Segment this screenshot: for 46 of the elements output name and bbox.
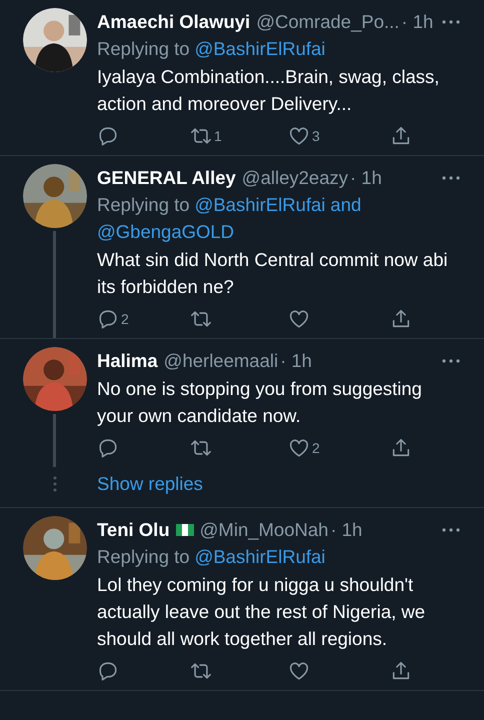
replying-label: Replying to <box>97 37 190 61</box>
author-handle[interactable]: @herleemaali <box>164 347 278 374</box>
reply-icon[interactable] <box>97 660 119 682</box>
replying-label: Replying to <box>97 193 190 217</box>
action-count: 1 <box>214 126 222 146</box>
replying-label: Replying to <box>97 545 190 569</box>
more-icon[interactable] <box>442 176 460 180</box>
tweet-text: No one is stopping you from suggesting your own candidate now. <box>97 377 423 428</box>
heart-icon[interactable] <box>288 125 310 147</box>
share-icon[interactable] <box>390 125 412 147</box>
tweet-time: · 1h <box>401 10 434 34</box>
share-icon[interactable] <box>390 308 412 330</box>
more-icon[interactable] <box>442 20 460 24</box>
reply-icon[interactable] <box>97 308 119 330</box>
author-handle[interactable]: @Min_MooNah <box>200 516 328 543</box>
author-name[interactable]: GENERAL Alley <box>97 164 236 191</box>
tweet-text: What sin did North Central commit now abi its forbidden ne? <box>97 248 449 299</box>
author-handle[interactable]: @alley2eazy <box>242 164 348 191</box>
share-icon[interactable] <box>390 660 412 682</box>
mention-link[interactable]: @GbengaGOLD <box>97 218 234 245</box>
heart-icon[interactable] <box>288 308 310 330</box>
author-name[interactable]: Teni Olu <box>97 516 170 543</box>
reply-icon[interactable] <box>97 125 119 147</box>
reply-icon[interactable] <box>97 437 119 459</box>
tweet-time: · 1h <box>330 518 362 542</box>
mention-link[interactable]: @BashirElRufai <box>194 35 326 62</box>
tweet-time: · 1h <box>280 349 312 373</box>
author-handle[interactable]: @Comrade_Po... <box>256 8 400 35</box>
action-count: 2 <box>121 310 129 328</box>
tweet-text: Iyalaya Combination....Brain, swag, class, action and moreover Delivery... <box>97 65 440 116</box>
show-replies-link[interactable]: Show replies <box>97 473 203 495</box>
mention-link[interactable]: @BashirElRufai <box>194 191 326 218</box>
mention-link[interactable]: @BashirElRufai <box>194 543 326 570</box>
tweet-time: · 1h <box>350 166 382 190</box>
heart-icon[interactable] <box>288 660 310 682</box>
mention-joiner: and <box>330 193 362 217</box>
author-name[interactable]: Amaechi Olawuyi <box>97 8 250 35</box>
action-count: 2 <box>312 438 320 458</box>
tweet-text: Lol they coming for u nigga u shouldn't actually leave out the rest of Nigeria, we should all work together all regions. <box>97 573 426 651</box>
vertical-dots-icon <box>53 476 57 492</box>
more-icon[interactable] <box>442 358 460 362</box>
share-icon[interactable] <box>390 437 412 459</box>
heart-icon[interactable] <box>288 437 310 459</box>
more-icon[interactable] <box>442 528 460 532</box>
author-name[interactable]: Halima <box>97 347 158 374</box>
action-count: 3 <box>312 126 320 146</box>
